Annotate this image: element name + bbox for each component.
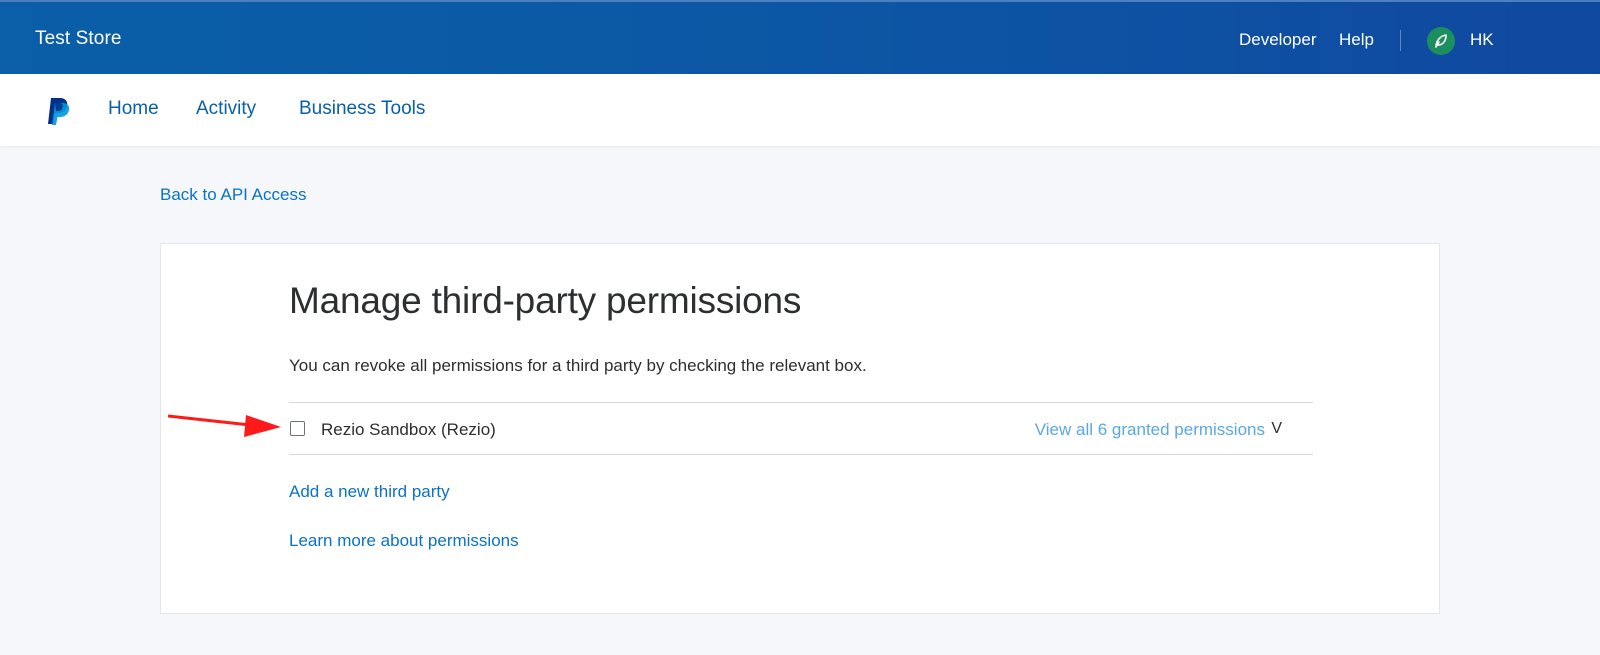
nav-home[interactable]: Home <box>108 98 159 120</box>
page-description: You can revoke all permissions for a thi… <box>289 356 867 375</box>
view-permissions-link[interactable]: View all 6 granted permissions <box>1035 420 1265 440</box>
leaf-avatar-icon[interactable] <box>1427 27 1455 55</box>
chevron-down-icon[interactable]: V <box>1271 420 1282 438</box>
page-title: Manage third-party permissions <box>289 280 802 321</box>
learn-more-permissions-link[interactable]: Learn more about permissions <box>289 531 519 551</box>
add-third-party-link[interactable]: Add a new third party <box>289 482 450 502</box>
revoke-checkbox[interactable] <box>290 421 305 436</box>
store-name: Test Store <box>35 28 122 49</box>
third-party-name: Rezio Sandbox (Rezio) <box>321 420 496 439</box>
user-initials[interactable]: HK <box>1470 30 1494 50</box>
permission-row: Rezio Sandbox (Rezio) View all 6 granted… <box>289 402 1313 455</box>
help-link[interactable]: Help <box>1339 30 1374 50</box>
nav-business-tools[interactable]: Business Tools <box>299 98 425 120</box>
header-divider <box>1400 30 1401 51</box>
developer-link[interactable]: Developer <box>1239 30 1317 50</box>
nav-activity[interactable]: Activity <box>196 98 256 120</box>
back-to-api-access-link[interactable]: Back to API Access <box>160 185 306 205</box>
main-nav: Home Activity Business Tools <box>0 74 1600 146</box>
paypal-logo-icon[interactable] <box>46 96 72 126</box>
top-header: Test Store Developer Help HK <box>0 0 1600 74</box>
permissions-card: Manage third-party permissions You can r… <box>160 243 1440 614</box>
red-arrow-annotation <box>168 414 281 437</box>
